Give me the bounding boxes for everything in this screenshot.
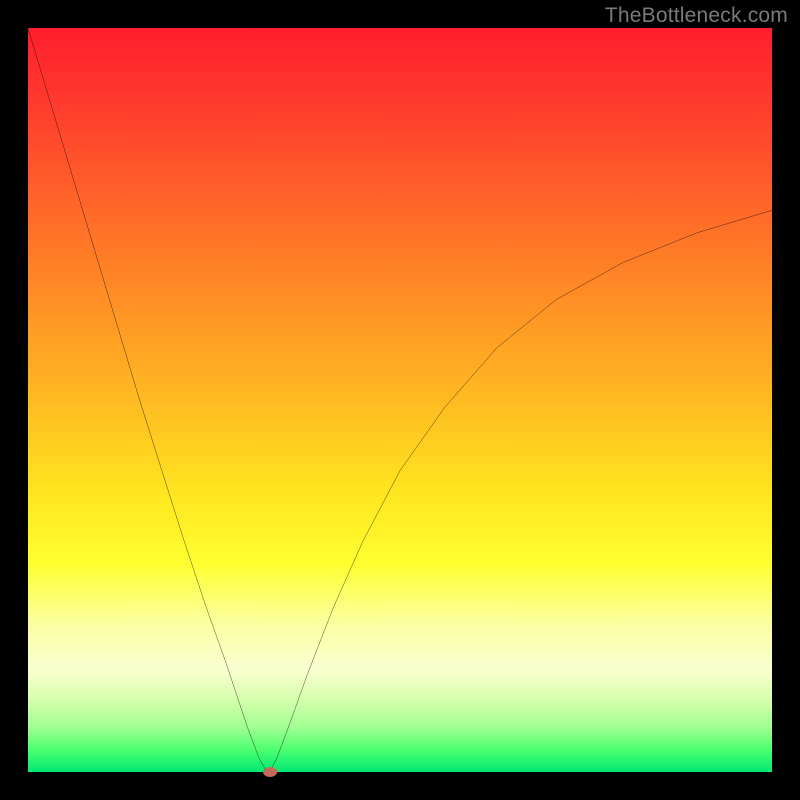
plot-area <box>28 28 772 772</box>
minimum-marker <box>263 767 277 777</box>
watermark-text: TheBottleneck.com <box>605 4 788 28</box>
chart-frame: TheBottleneck.com <box>0 0 800 800</box>
bottleneck-curve <box>28 28 772 772</box>
